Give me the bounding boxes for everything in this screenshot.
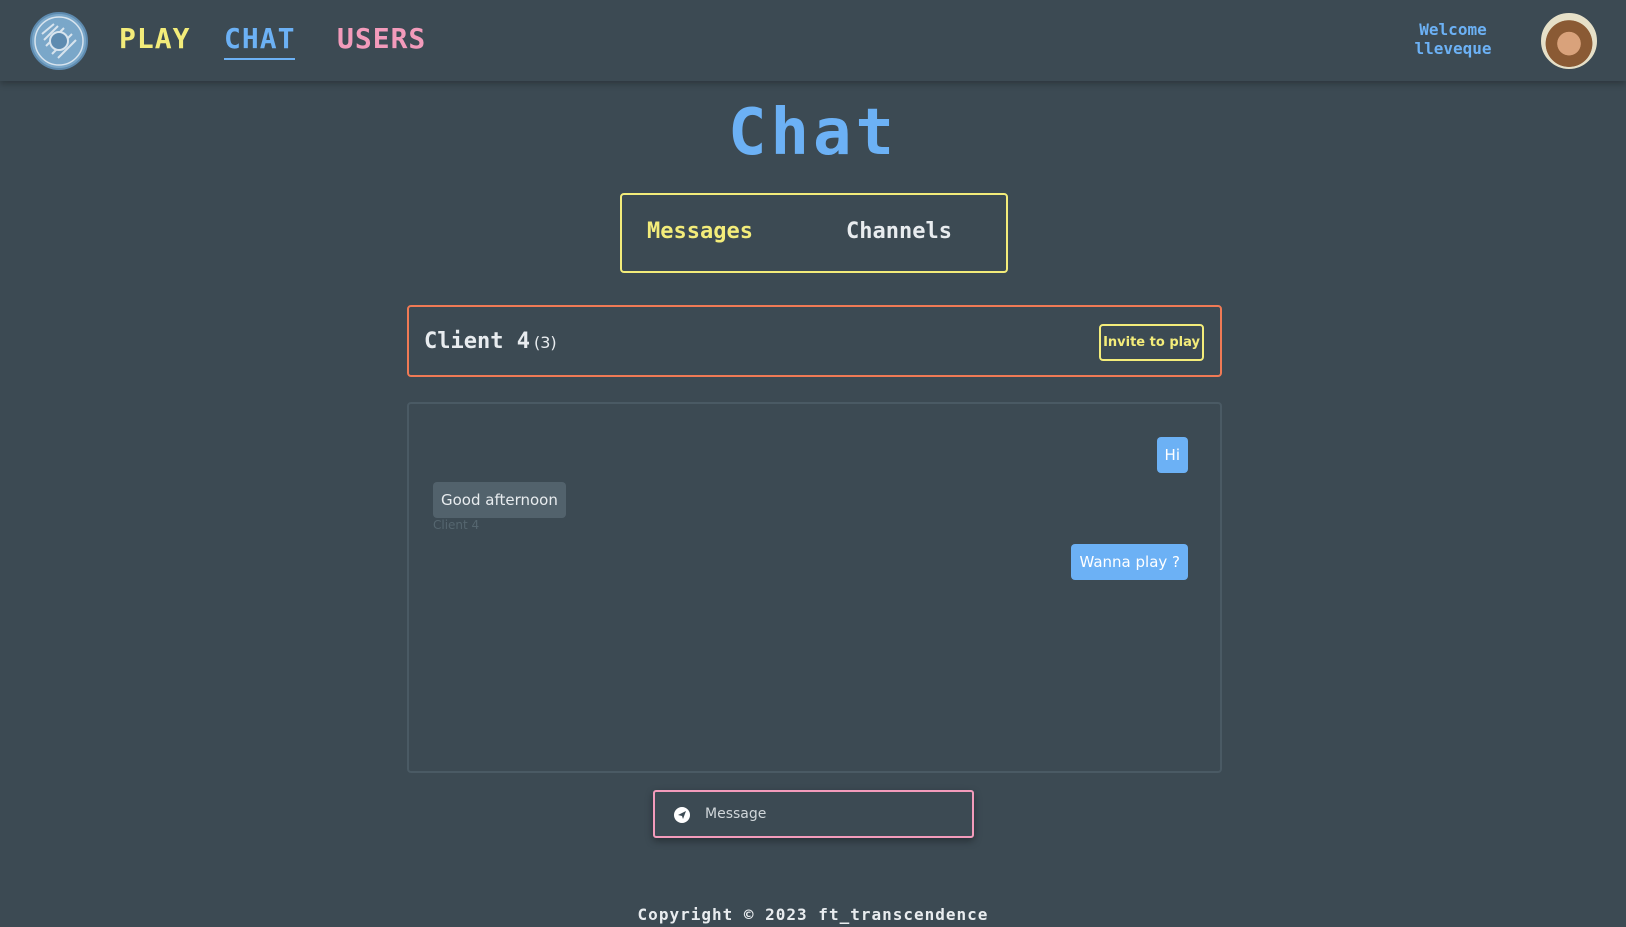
invite-to-play-button[interactable]: Invite to play (1099, 324, 1204, 361)
tab-messages[interactable]: Messages (647, 219, 753, 244)
page-title: Chat (727, 96, 899, 170)
nav-chat-link[interactable]: CHAT (224, 22, 296, 60)
top-navbar: PLAY CHAT USERS Welcome lleveque (0, 0, 1626, 81)
conversation-header: Client 4 (3) Invite to play (407, 305, 1222, 377)
message-input[interactable] (705, 792, 965, 836)
welcome-label: Welcome (1419, 20, 1487, 39)
nav-users-link[interactable]: USERS (337, 22, 426, 55)
app-logo[interactable] (30, 12, 88, 70)
message-sender: Client 4 (433, 518, 480, 532)
conversation-title: Client 4 (3) (424, 329, 557, 354)
footer-copyright: Copyright © 2023 ft_transcendence (637, 905, 989, 924)
tab-channels[interactable]: Channels (846, 219, 952, 244)
welcome-text: Welcome lleveque (1398, 20, 1508, 58)
messages-panel[interactable]: Hi Good afternoon Client 4 Wanna play ? (407, 402, 1222, 773)
username: lleveque (1414, 39, 1492, 58)
chat-tabs: Messages Channels (620, 193, 1008, 273)
message-bubble: Hi (1156, 437, 1188, 473)
user-avatar[interactable] (1541, 13, 1597, 69)
message-bubble: Wanna play ? (1071, 544, 1188, 580)
nav-play-link[interactable]: PLAY (119, 22, 190, 55)
send-icon[interactable] (674, 807, 690, 823)
conversation-name: Client 4 (424, 329, 530, 354)
conversation-count: (3) (533, 333, 557, 352)
message-bubble: Good afternoon (433, 482, 566, 518)
message-composer (653, 790, 974, 838)
